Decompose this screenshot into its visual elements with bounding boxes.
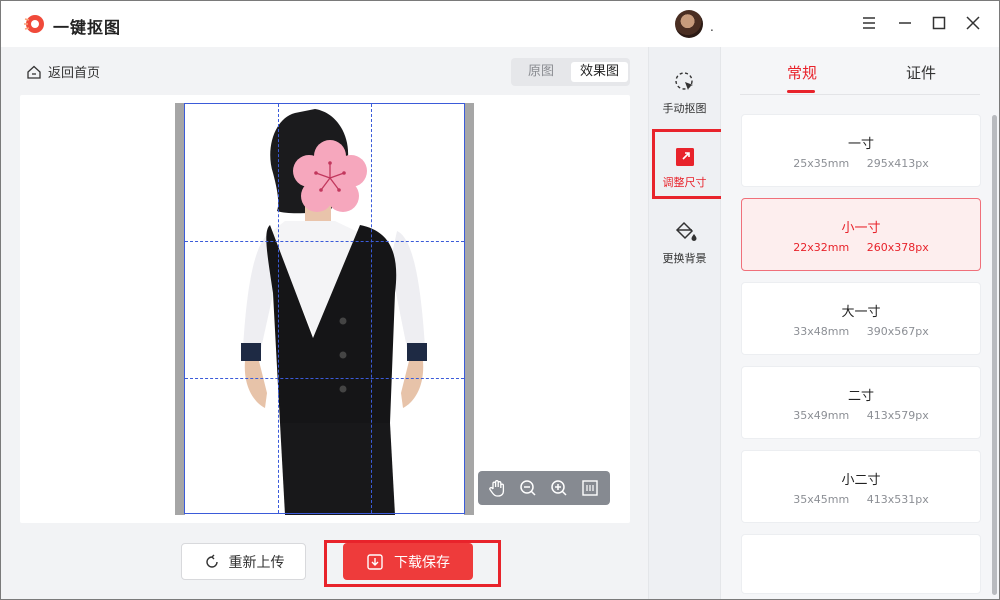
- window-frame: [0, 0, 1000, 600]
